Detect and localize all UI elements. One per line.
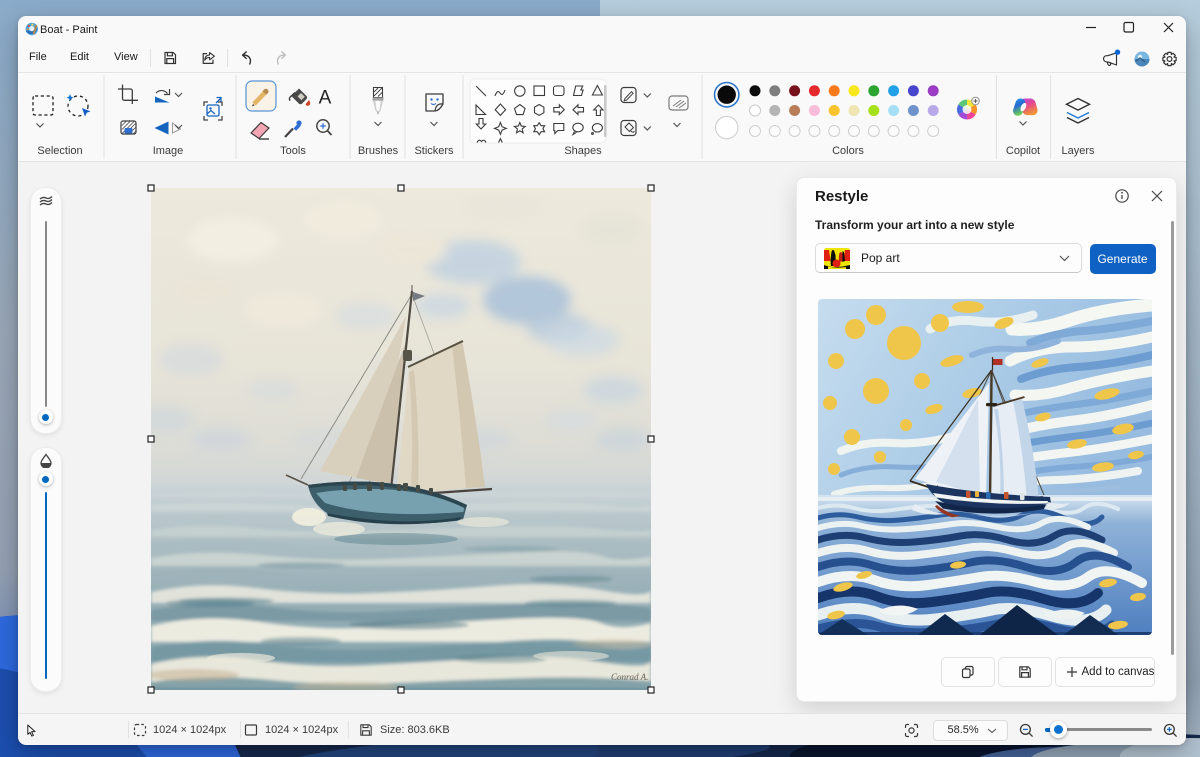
svg-text:A: A — [319, 88, 332, 109]
